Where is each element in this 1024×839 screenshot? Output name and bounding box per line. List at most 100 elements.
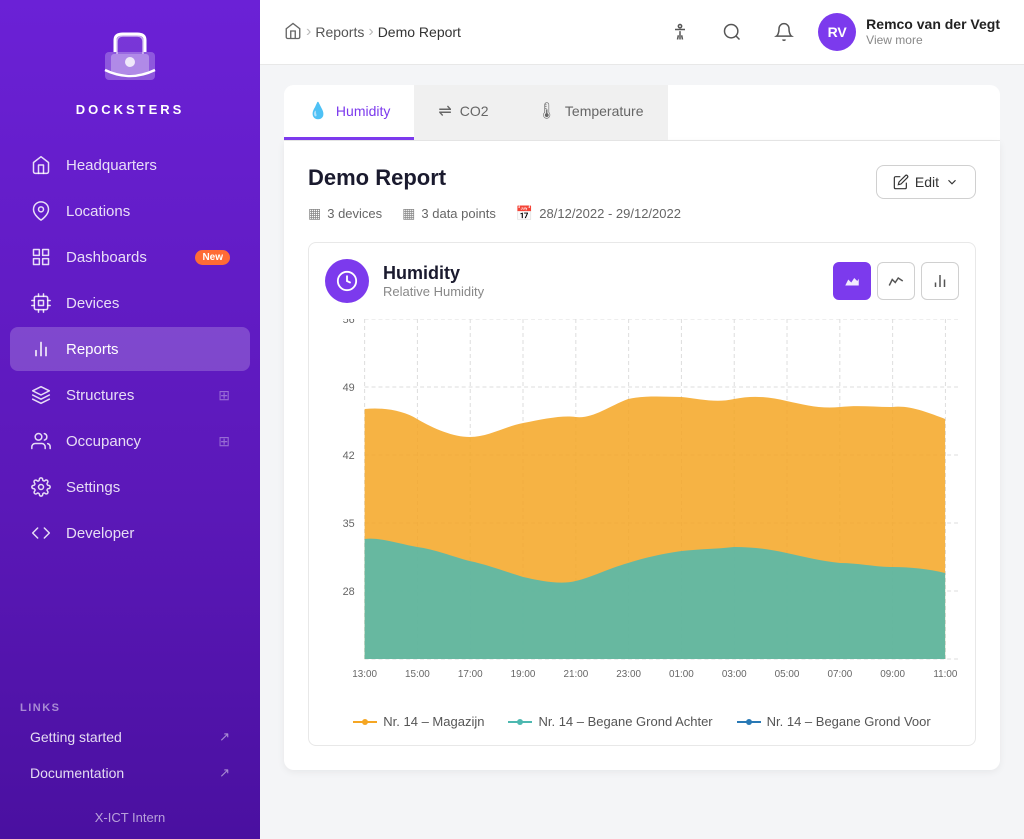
- temperature-tab-icon: 🌡: [537, 101, 557, 121]
- sidebar-item-label: Occupancy: [66, 433, 141, 450]
- user-name: Remco van der Vegt: [866, 15, 1000, 33]
- svg-text:09:00: 09:00: [880, 669, 905, 680]
- tab-label: CO2: [460, 103, 489, 119]
- home-breadcrumb-icon[interactable]: [284, 22, 302, 43]
- sidebar-footer: X-ICT Intern: [0, 796, 260, 839]
- sidebar-item-label: Devices: [66, 295, 119, 312]
- sidebar-item-locations[interactable]: Locations: [10, 189, 250, 233]
- cpu-icon: [30, 292, 52, 314]
- edit-button[interactable]: Edit: [876, 165, 976, 199]
- chart-container: 56 49 42 35 28 13:00 15:00 17:00 19:00 2…: [325, 319, 959, 704]
- datapoints-meta: ▦ 3 data points: [402, 205, 496, 222]
- report-meta: ▦ 3 devices ▦ 3 data points 📅 28/12/2022…: [308, 205, 976, 222]
- notifications-button[interactable]: [766, 14, 802, 50]
- user-profile[interactable]: RV Remco van der Vegt View more: [818, 13, 1000, 51]
- app-name: DOCKSTERS: [76, 102, 185, 117]
- legend-label: Nr. 14 – Begane Grond Voor: [767, 714, 931, 729]
- footer-text: X-ICT Intern: [95, 810, 166, 825]
- sidebar-item-label: Locations: [66, 203, 130, 220]
- sidebar-logo: DOCKSTERS: [0, 0, 260, 133]
- humidity-chart: 56 49 42 35 28 13:00 15:00 17:00 19:00 2…: [325, 319, 959, 699]
- accessibility-button[interactable]: [662, 14, 698, 50]
- chart-header: Humidity Relative Humidity: [325, 259, 959, 303]
- bar-chart-button[interactable]: [921, 262, 959, 300]
- chart-view-buttons: [833, 262, 959, 300]
- chart-title: Humidity: [383, 263, 833, 284]
- new-badge: New: [195, 250, 230, 265]
- report-header: Demo Report Edit: [308, 165, 976, 199]
- link-documentation[interactable]: Documentation ↗: [20, 756, 240, 790]
- search-button[interactable]: [714, 14, 750, 50]
- avatar: RV: [818, 13, 856, 51]
- datapoints-meta-icon: ▦: [402, 205, 415, 222]
- devices-meta: ▦ 3 devices: [308, 205, 382, 222]
- edit-label: Edit: [915, 174, 939, 190]
- link-label: Documentation: [30, 765, 124, 781]
- sidebar-item-settings[interactable]: Settings: [10, 465, 250, 509]
- legend-begane-achter: Nr. 14 – Begane Grond Achter: [508, 714, 712, 729]
- tab-humidity[interactable]: 💧 Humidity: [284, 85, 414, 140]
- tabs-bar: 💧 Humidity ⇌ CO2 🌡 Temperature: [284, 85, 1000, 141]
- user-text: Remco van der Vegt View more: [866, 15, 1000, 49]
- devices-count: 3 devices: [327, 206, 382, 221]
- tab-co2[interactable]: ⇌ CO2: [414, 85, 512, 140]
- breadcrumb-sep: ›: [368, 23, 373, 41]
- sidebar-item-label: Reports: [66, 341, 119, 358]
- breadcrumb-demo-report: Demo Report: [378, 24, 461, 40]
- devices-meta-icon: ▦: [308, 205, 321, 222]
- sidebar-item-label: Structures: [66, 387, 134, 404]
- chart-icon-circle: [325, 259, 369, 303]
- sidebar: DOCKSTERS Headquarters Locations Dashboa…: [0, 0, 260, 839]
- datapoints-count: 3 data points: [421, 206, 495, 221]
- home-icon: [30, 154, 52, 176]
- breadcrumb-sep: ›: [306, 23, 311, 41]
- chart-title-group: Humidity Relative Humidity: [383, 263, 833, 299]
- svg-text:07:00: 07:00: [827, 669, 852, 680]
- links-section: LINKS Getting started ↗ Documentation ↗: [0, 692, 260, 796]
- sidebar-item-occupancy[interactable]: Occupancy ⊞: [10, 419, 250, 463]
- svg-text:49: 49: [343, 382, 355, 394]
- svg-text:28: 28: [343, 586, 355, 598]
- report-title: Demo Report: [308, 165, 876, 191]
- svg-text:15:00: 15:00: [405, 669, 430, 680]
- sidebar-item-reports[interactable]: Reports: [10, 327, 250, 371]
- bar-chart-icon: [30, 338, 52, 360]
- external-link-icon: ↗: [219, 765, 230, 781]
- line-chart-button[interactable]: [877, 262, 915, 300]
- daterange-meta: 📅 28/12/2022 - 29/12/2022: [516, 205, 681, 222]
- user-sub: View more: [866, 33, 1000, 49]
- area-chart-button[interactable]: [833, 262, 871, 300]
- tab-temperature[interactable]: 🌡 Temperature: [513, 85, 668, 140]
- legend-line-icon: [353, 716, 377, 728]
- svg-text:35: 35: [343, 518, 355, 530]
- tab-label: Humidity: [336, 103, 390, 119]
- sub-badge: ⊞: [218, 433, 230, 450]
- sidebar-item-developer[interactable]: Developer: [10, 511, 250, 555]
- chart-section: Humidity Relative Humidity: [308, 242, 976, 746]
- sidebar-item-label: Developer: [66, 525, 134, 542]
- svg-text:13:00: 13:00: [352, 669, 377, 680]
- breadcrumb-reports[interactable]: Reports: [315, 24, 364, 40]
- link-getting-started[interactable]: Getting started ↗: [20, 720, 240, 754]
- main-content: › Reports › Demo Report RV Remco van der…: [260, 0, 1024, 839]
- sidebar-item-label: Settings: [66, 479, 120, 496]
- legend-label: Nr. 14 – Begane Grond Achter: [538, 714, 712, 729]
- users-icon: [30, 430, 52, 452]
- sidebar-item-headquarters[interactable]: Headquarters: [10, 143, 250, 187]
- sidebar-item-structures[interactable]: Structures ⊞: [10, 373, 250, 417]
- co2-tab-icon: ⇌: [438, 101, 451, 121]
- breadcrumb: › Reports › Demo Report: [284, 22, 662, 43]
- layers-icon: [30, 384, 52, 406]
- chart-subtitle: Relative Humidity: [383, 284, 833, 299]
- map-pin-icon: [30, 200, 52, 222]
- sub-badge: ⊞: [218, 387, 230, 404]
- legend-line-icon: [508, 716, 532, 728]
- sidebar-item-devices[interactable]: Devices: [10, 281, 250, 325]
- legend-magazijn: Nr. 14 – Magazijn: [353, 714, 484, 729]
- svg-text:11:00: 11:00: [933, 669, 957, 680]
- svg-text:23:00: 23:00: [616, 669, 641, 680]
- calendar-icon: 📅: [516, 205, 533, 222]
- date-range: 28/12/2022 - 29/12/2022: [539, 206, 681, 221]
- svg-text:05:00: 05:00: [775, 669, 800, 680]
- sidebar-item-dashboards[interactable]: Dashboards New: [10, 235, 250, 279]
